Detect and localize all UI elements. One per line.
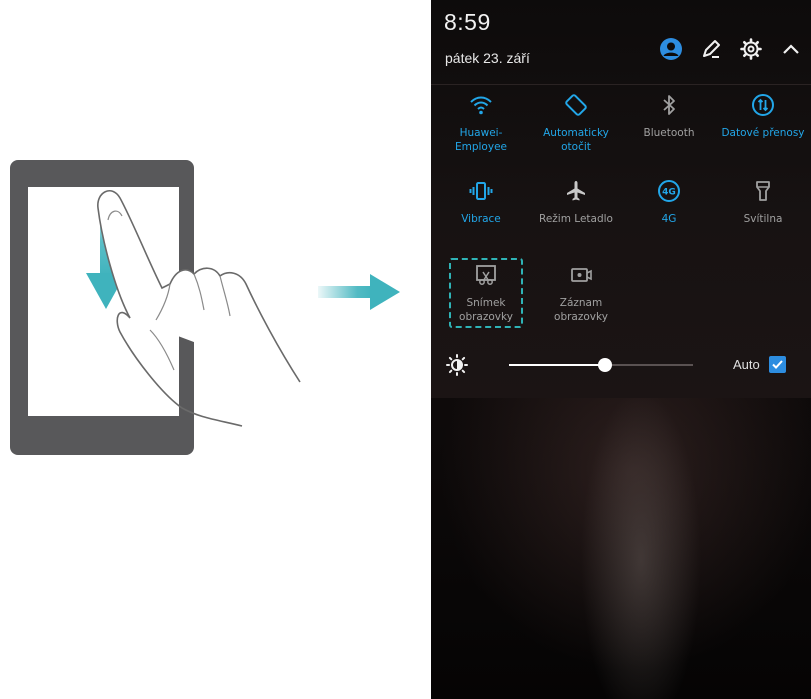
tile-bluetooth[interactable]: Bluetooth [621, 92, 717, 140]
tile-label: Automaticky otočit [543, 127, 609, 153]
hand-icon [97, 190, 301, 427]
header-icons [659, 36, 803, 62]
tile-screen-record[interactable]: Záznam obrazovky [533, 262, 629, 324]
flashlight-icon [756, 181, 770, 201]
brightness-icon [446, 354, 468, 376]
screenshot-highlight [449, 258, 523, 328]
tile-label: Datové přenosy [721, 127, 805, 139]
status-time: 8:59 [444, 9, 491, 35]
wifi-icon [470, 96, 492, 115]
arrow-right-icon [318, 274, 400, 310]
brightness-slider[interactable] [509, 358, 693, 372]
svg-text:4G: 4G [662, 188, 676, 198]
status-date: pátek 23. září [445, 50, 530, 66]
checkmark-icon [772, 360, 783, 369]
tile-mobile-data[interactable]: Datové přenosy [715, 92, 811, 140]
tile-row-2: Vibrace Režim Letadlo 4G 4G Svítilna [431, 178, 811, 258]
tile-vibrate[interactable]: Vibrace [433, 178, 529, 226]
tile-4g[interactable]: 4G 4G [621, 178, 717, 226]
tile-auto-rotate[interactable]: Automaticky otočit [528, 92, 624, 154]
swipe-down-illustration [0, 0, 400, 699]
notification-shade: 8:59 pátek 23. září Huawei- Employee Aut… [431, 0, 811, 398]
tile-row-1: Huawei- Employee Automaticky otočit Blue… [431, 92, 811, 172]
tile-flashlight[interactable]: Svítilna [715, 178, 811, 226]
settings-icon[interactable] [739, 37, 763, 61]
tile-label: 4G [661, 213, 677, 225]
auto-brightness-label: Auto [733, 357, 760, 372]
auto-brightness-checkbox[interactable] [769, 356, 786, 373]
avatar-icon[interactable] [659, 37, 683, 61]
mobile-data-icon [752, 94, 774, 116]
tile-label: Svítilna [743, 213, 783, 225]
tile-label: Bluetooth [643, 127, 695, 139]
airplane-icon [567, 181, 585, 201]
tile-wifi[interactable]: Huawei- Employee [433, 92, 529, 154]
edit-icon[interactable] [699, 37, 723, 61]
auto-rotate-icon [565, 94, 587, 116]
brightness-slider-fill [509, 364, 605, 366]
tile-label: Huawei- Employee [454, 127, 507, 153]
bluetooth-icon [663, 95, 675, 115]
tile-label: Záznam obrazovky [554, 297, 608, 323]
4g-icon: 4G [658, 180, 680, 202]
collapse-icon[interactable] [779, 37, 803, 61]
vibrate-icon [469, 182, 493, 200]
tile-label: Vibrace [461, 213, 501, 225]
phone-screen: 8:59 pátek 23. září Huawei- Employee Aut… [431, 0, 811, 699]
tile-label: Režim Letadlo [539, 213, 613, 225]
divider [431, 84, 811, 85]
tile-airplane[interactable]: Režim Letadlo [528, 178, 624, 226]
brightness-control: Auto [431, 350, 811, 380]
brightness-slider-thumb[interactable] [597, 358, 612, 372]
screen-record-icon [571, 268, 592, 282]
